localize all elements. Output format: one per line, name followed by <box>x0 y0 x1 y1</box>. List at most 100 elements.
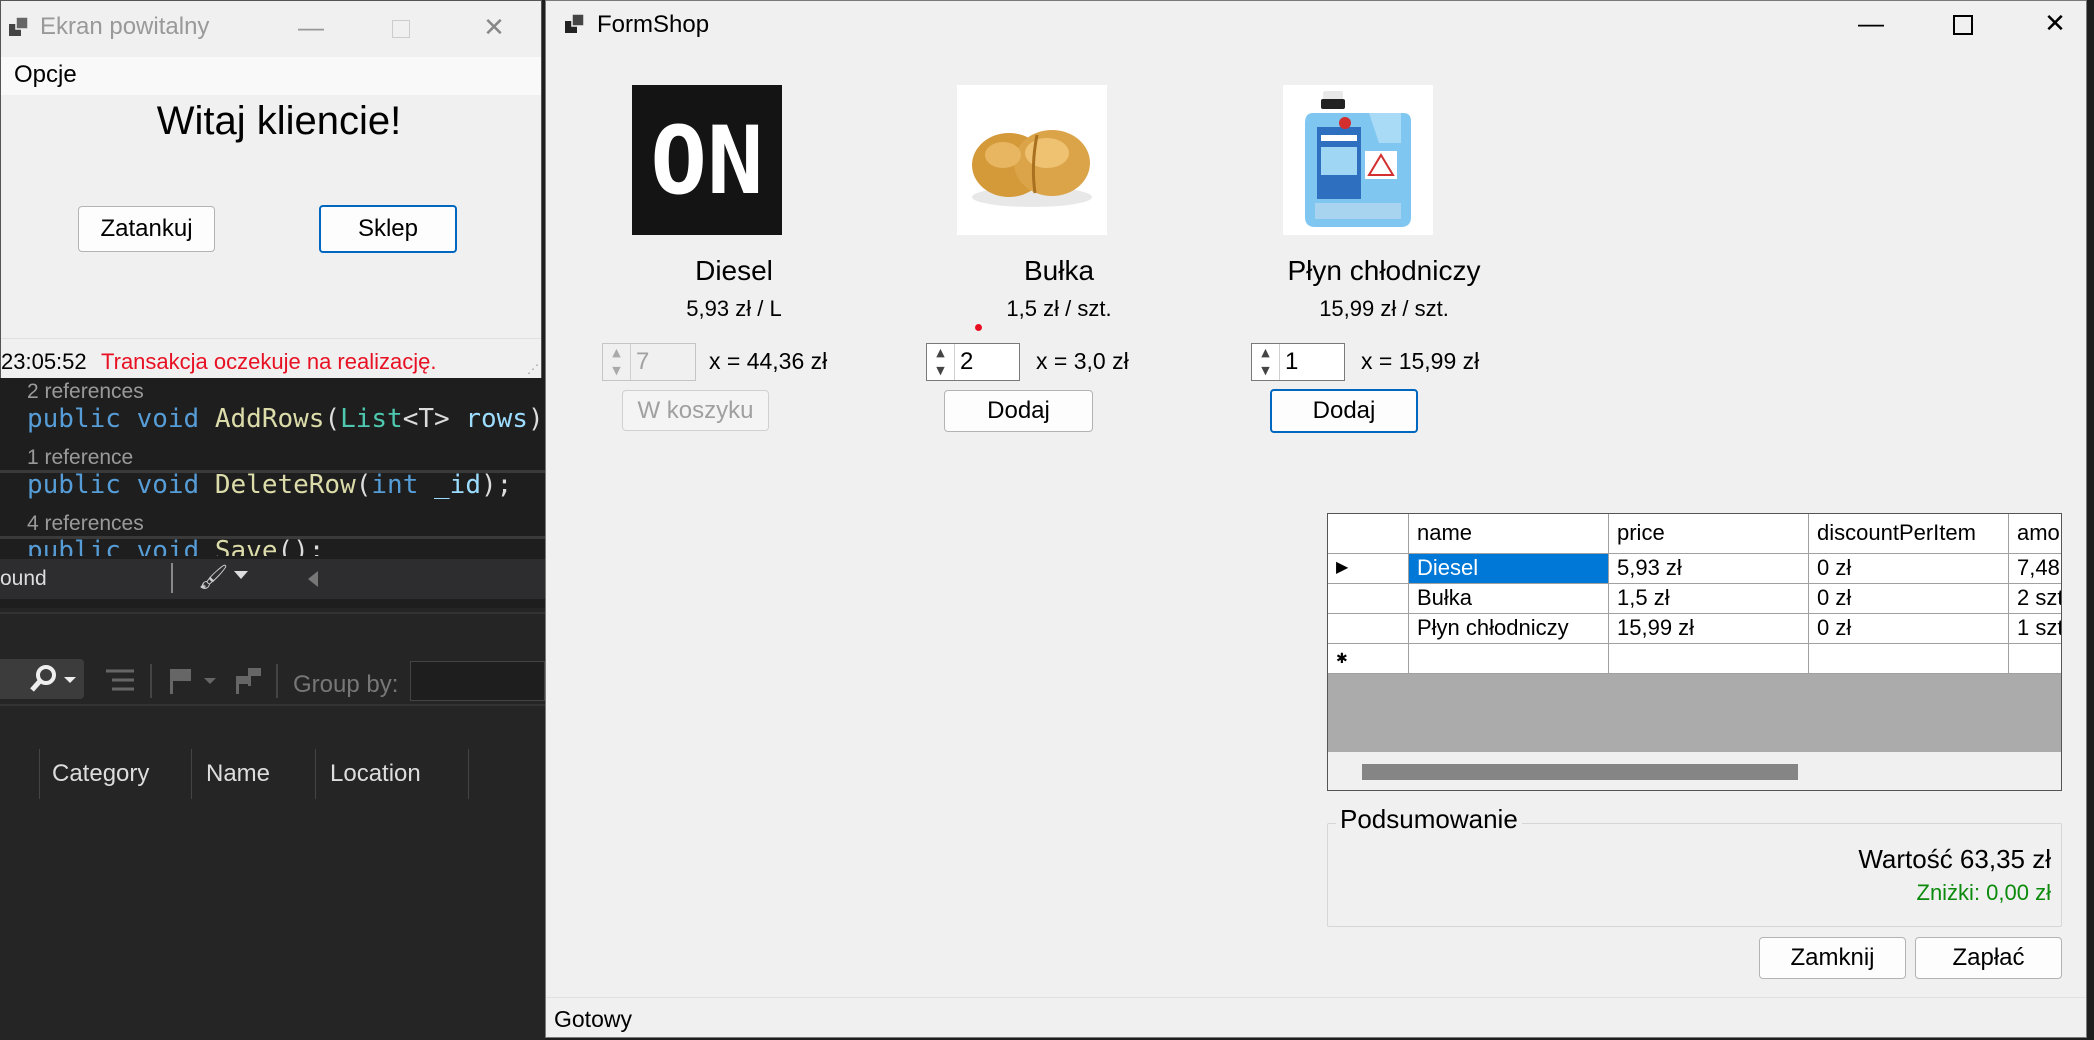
quantity-value[interactable]: 2 <box>960 348 973 376</box>
stepper-arrows-icon[interactable]: ▲ ▼ <box>927 344 955 380</box>
cell-name[interactable]: Płyn chłodniczy <box>1409 614 1609 644</box>
maximize-button[interactable] <box>1918 0 2008 49</box>
in-cart-button[interactable]: W koszyku <box>622 390 769 431</box>
flag-group-icon[interactable] <box>234 666 264 696</box>
stepper-arrows-icon[interactable]: ▲ ▼ <box>603 344 631 380</box>
column-header-location[interactable]: Location <box>316 749 469 799</box>
quantity-value[interactable]: 7 <box>636 348 649 376</box>
welcome-heading: Witaj kliencie! <box>156 99 402 143</box>
cell-discount[interactable]: 0 zł <box>1809 614 2009 644</box>
column-header-name[interactable]: Name <box>192 749 316 799</box>
app-icon <box>565 13 585 33</box>
resize-grip-icon[interactable]: ⋰ <box>527 362 539 376</box>
code-line-deleterow[interactable]: public void DeleteRow(int _id); <box>27 470 512 500</box>
row-header[interactable] <box>1328 584 1409 614</box>
cell-discount[interactable]: 0 zł <box>1809 584 2009 614</box>
cell-price[interactable]: 1,5 zł <box>1609 584 1809 614</box>
product-name: Płyn chłodniczy <box>1287 255 1481 286</box>
scrollbar-thumb[interactable] <box>1362 764 1798 780</box>
quantity-value[interactable]: 1 <box>1285 348 1298 376</box>
table-row[interactable]: Płyn chłodniczy 15,99 zł 0 zł 1 szt <box>1328 614 2061 644</box>
cell-amount[interactable]: 2 szt <box>2009 584 2061 614</box>
shop-button[interactable]: Sklep <box>319 205 457 253</box>
cell-amount[interactable]: 7,48 <box>2009 554 2061 584</box>
line-total: x = 3,0 zł <box>1036 348 1129 374</box>
stepper-arrows-icon[interactable]: ▲ ▼ <box>1252 344 1280 380</box>
cell-discount[interactable]: 0 zł <box>1809 554 2009 584</box>
product-price: 1,5 zł / szt. <box>1006 296 1112 321</box>
column-header-discount[interactable]: discountPerItem <box>1809 514 2009 554</box>
close-button[interactable]: ✕ <box>2010 0 2094 49</box>
search-dropdown[interactable] <box>0 659 84 699</box>
grid-header-row: name price discountPerItem amo <box>1328 514 2061 554</box>
group-by-input[interactable] <box>410 661 545 701</box>
code-divider <box>0 536 545 539</box>
product-name: Diesel <box>695 255 773 286</box>
chevron-down-icon[interactable] <box>234 571 248 579</box>
welcome-titlebar[interactable]: Ekran powitalny — ✕ <box>1 1 541 53</box>
line-total: x = 44,36 zł <box>709 348 828 374</box>
column-header-marker[interactable] <box>0 749 40 799</box>
welcome-window: Ekran powitalny — ✕ Opcje Witaj kliencie… <box>0 0 542 378</box>
list-filter-icon[interactable] <box>102 666 138 696</box>
welcome-title: Ekran powitalny <box>40 13 210 40</box>
pay-button[interactable]: Zapłać <box>1915 937 2062 979</box>
cell-name[interactable] <box>1409 644 1609 674</box>
panel-divider <box>0 704 545 706</box>
new-row[interactable]: ✱ <box>1328 644 2061 674</box>
minimize-button[interactable]: — <box>266 1 356 53</box>
toolbar-text: ound <box>0 567 47 590</box>
cell-name[interactable]: Bułka <box>1409 584 1609 614</box>
product-card-bulka: Bułka 1,5 zł / szt. ▲ ▼ 2 x = 3,0 zł Doda… <box>924 1 1194 441</box>
cell-name[interactable]: Diesel <box>1409 554 1609 584</box>
code-line-addrows[interactable]: public void AddRows(List<T> rows) <box>27 404 544 434</box>
brush-icon[interactable]: 🖌 <box>198 563 228 592</box>
row-header-corner[interactable] <box>1328 514 1409 554</box>
cell-price[interactable]: 5,93 zł <box>1609 554 1809 584</box>
horizontal-scrollbar[interactable] <box>1328 752 2061 790</box>
row-header[interactable] <box>1328 614 1409 644</box>
table-row[interactable]: Bułka 1,5 zł 0 zł 2 szt <box>1328 584 2061 614</box>
arrow-left-icon[interactable] <box>308 571 318 587</box>
maximize-icon <box>392 20 410 39</box>
minimize-button[interactable]: — <box>1826 0 1916 49</box>
code-lens-references[interactable]: 2 references <box>27 380 144 404</box>
group-by-label: Group by: <box>293 671 399 698</box>
code-lens-references[interactable]: 1 reference <box>27 446 133 470</box>
cart-grid[interactable]: name price discountPerItem amo ▶ Diesel … <box>1327 513 2062 791</box>
add-button[interactable]: Dodaj <box>1270 389 1418 433</box>
product-image-diesel: ON <box>632 85 782 235</box>
code-editor[interactable]: 2 references public void AddRows(List<T>… <box>0 376 545 556</box>
status-text: Gotowy <box>554 1006 632 1032</box>
menu-options[interactable]: Opcje <box>14 61 77 89</box>
column-header-amount[interactable]: amo <box>2009 514 2061 554</box>
column-header-price[interactable]: price <box>1609 514 1809 554</box>
ide-background: 2 references public void AddRows(List<T>… <box>0 376 545 1040</box>
cell-price[interactable] <box>1609 644 1809 674</box>
cell-discount[interactable] <box>1809 644 2009 674</box>
background-edge <box>2088 0 2094 1040</box>
quantity-stepper[interactable]: ▲ ▼ 2 <box>926 343 1020 381</box>
app-icon <box>9 16 29 36</box>
cell-amount[interactable] <box>2009 644 2061 674</box>
tank-button[interactable]: Zatankuj <box>78 206 215 252</box>
add-button[interactable]: Dodaj <box>944 390 1093 432</box>
code-line-save[interactable]: public void Save(); <box>27 536 324 556</box>
cell-amount[interactable]: 1 szt <box>2009 614 2061 644</box>
quantity-stepper[interactable]: ▲ ▼ 7 <box>602 343 696 381</box>
code-lens-references[interactable]: 4 references <box>27 512 144 536</box>
quantity-stepper[interactable]: ▲ ▼ 1 <box>1251 343 1345 381</box>
column-header-name[interactable]: name <box>1409 514 1609 554</box>
status-time: 23:05:52 <box>1 349 87 374</box>
cell-price[interactable]: 15,99 zł <box>1609 614 1809 644</box>
close-button[interactable]: ✕ <box>449 1 539 53</box>
column-header-category[interactable]: Category <box>38 749 192 799</box>
summary-value: Wartość 63,35 zł <box>1858 844 2051 874</box>
toolbar-separator <box>276 664 278 698</box>
close-shop-button[interactable]: Zamknij <box>1759 937 1906 979</box>
table-row[interactable]: ▶ Diesel 5,93 zł 0 zł 7,48 <box>1328 554 2061 584</box>
toolbar-separator <box>150 664 152 698</box>
welcome-statusbar: 23:05:52 Transakcja oczekuje na realizac… <box>1 338 541 378</box>
maximize-button[interactable] <box>356 1 446 53</box>
flag-icon[interactable] <box>166 666 216 696</box>
